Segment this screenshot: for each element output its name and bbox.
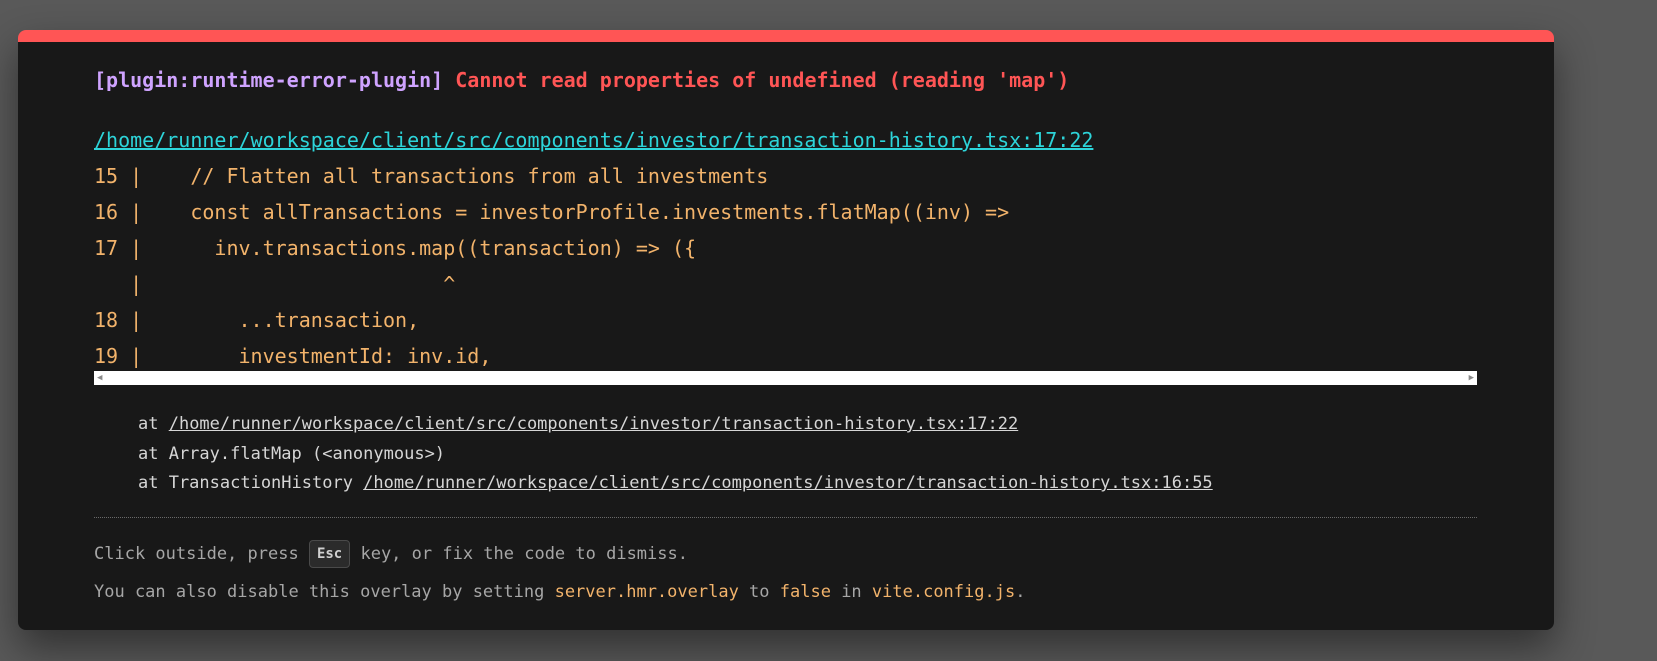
stack-frame: at /home/runner/workspace/client/src/com… [138, 410, 1213, 440]
divider [94, 517, 1477, 518]
code-line: 19 | investmentId: inv.id, [94, 344, 492, 368]
stack-frame: at TransactionHistory /home/runner/works… [138, 469, 1213, 499]
error-overlay: [plugin:runtime-error-plugin] Cannot rea… [18, 30, 1554, 630]
plugin-tag: [plugin:runtime-error-plugin] [94, 68, 444, 92]
esc-key-badge: Esc [308, 540, 351, 568]
code-frame: 15 | // Flatten all transactions from al… [94, 158, 1477, 374]
tip-text: Click outside, press [94, 544, 309, 564]
scroll-left-arrow-icon[interactable]: ◀ [97, 373, 102, 383]
scroll-right-arrow-icon[interactable]: ▶ [1469, 373, 1474, 383]
stack-frame: at Array.flatMap (<anonymous>) [138, 440, 1213, 470]
stack-frame-prefix: at Array.flatMap (<anonymous>) [138, 443, 446, 464]
error-file-link[interactable]: /home/runner/workspace/client/src/compon… [94, 124, 1093, 156]
config-file: vite.config.js [871, 582, 1016, 602]
tip-text: in [830, 582, 872, 602]
stack-trace: at /home/runner/workspace/client/src/com… [138, 410, 1213, 499]
config-key: server.hmr.overlay [554, 582, 739, 602]
config-value: false [779, 582, 831, 602]
code-line-caret: | ^ [94, 272, 456, 296]
code-line: 17 | inv.transactions.map((transaction) … [94, 236, 697, 260]
stack-frame-prefix: at TransactionHistory [138, 473, 364, 493]
stack-frame-link[interactable]: /home/runner/workspace/client/src/compon… [169, 414, 1019, 434]
code-line: 15 | // Flatten all transactions from al… [94, 164, 769, 188]
tip-text: You can also disable this overlay by set… [94, 582, 555, 602]
tip-text: key, or fix the code to dismiss. [350, 544, 688, 564]
stack-frame-prefix: at [138, 414, 169, 434]
disable-overlay-tip: You can also disable this overlay by set… [94, 576, 1025, 608]
dismiss-tip: Click outside, press Esc key, or fix the… [94, 538, 688, 570]
code-frame-horizontal-scrollbar[interactable]: ◀ ▶ [94, 371, 1477, 385]
tip-text: to [738, 582, 780, 602]
error-text: Cannot read properties of undefined (rea… [455, 68, 1070, 92]
error-message: [plugin:runtime-error-plugin] Cannot rea… [94, 64, 1069, 96]
stack-frame-link[interactable]: /home/runner/workspace/client/src/compon… [363, 473, 1213, 493]
code-line: 16 | const allTransactions = investorPro… [94, 200, 1010, 224]
tip-text: . [1015, 582, 1026, 602]
code-line: 18 | ...transaction, [94, 308, 420, 332]
